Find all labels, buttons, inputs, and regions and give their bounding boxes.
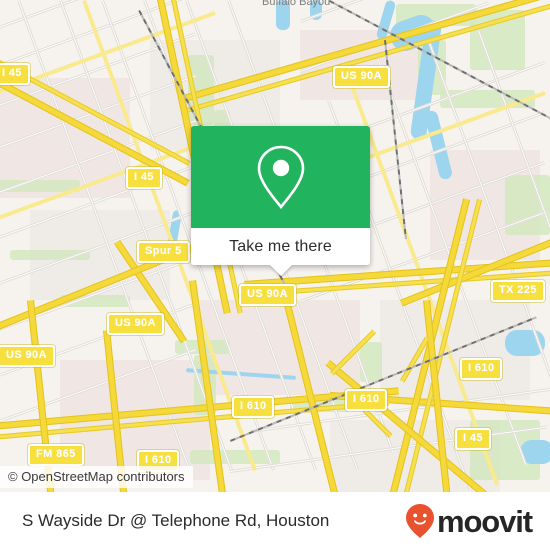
footer-bar: S Wayside Dr @ Telephone Rd, Houston moo…	[0, 492, 550, 550]
popup-image-area	[191, 126, 370, 228]
moovit-logo[interactable]: moovit	[405, 503, 533, 539]
popup-pointer	[269, 265, 292, 276]
road-shield: I 610	[232, 396, 275, 418]
take-me-there-label: Take me there	[229, 237, 332, 255]
road-shield: US 90A	[0, 345, 55, 367]
map-screenshot: I 45 US 90A I 45 Spur 5 US 90A TX 225 US 90A US…	[0, 0, 550, 550]
road-shield: FM 865	[28, 444, 84, 466]
road-shield: I 45	[0, 63, 30, 85]
osm-attribution[interactable]: © OpenStreetMap contributors	[0, 466, 193, 488]
road-shield: I 610	[345, 389, 388, 411]
road-shield: Spur 5	[137, 241, 190, 263]
moovit-smiley-pin-icon	[405, 504, 434, 538]
map-place-label: Buffalo Bayou	[262, 0, 331, 8]
road-shield: TX 225	[491, 280, 545, 302]
moovit-wordmark: moovit	[436, 503, 533, 539]
station-title: S Wayside Dr @ Telephone Rd, Houston	[22, 511, 330, 530]
road-shield: I 45	[126, 167, 162, 189]
road-shield: I 45	[455, 428, 491, 450]
road-shield: US 90A	[239, 284, 296, 306]
road-shield: US 90A	[333, 66, 390, 88]
map-canvas[interactable]: I 45 US 90A I 45 Spur 5 US 90A TX 225 US 90A US…	[0, 0, 550, 492]
road-shield: US 90A	[107, 313, 164, 335]
map-pin-icon	[257, 145, 304, 210]
road-shield: I 610	[460, 358, 503, 380]
location-popup-card[interactable]: Take me there	[191, 126, 370, 276]
take-me-there-button[interactable]: Take me there	[191, 228, 370, 276]
